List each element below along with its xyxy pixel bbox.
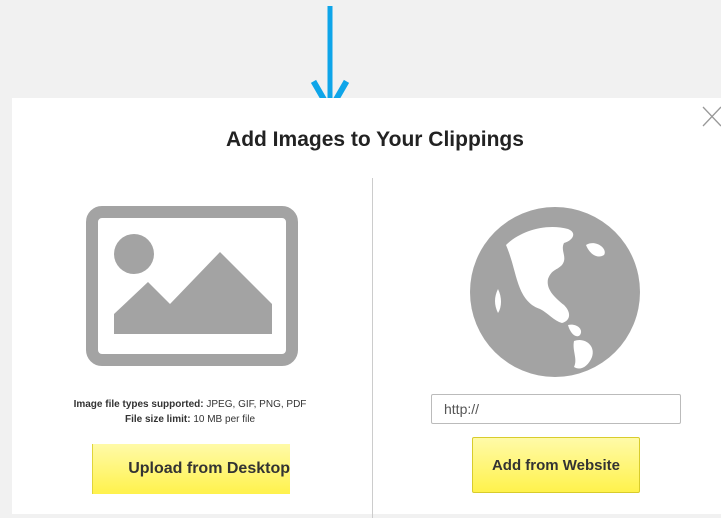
dialog-title: Add Images to Your Clippings (226, 128, 524, 151)
add-from-website-button[interactable]: Add from Website (472, 437, 640, 493)
image-icon (86, 206, 298, 366)
file-types-label: Image file types supported: (73, 399, 204, 410)
file-types-line: Image file types supported: JPEG, GIF, P… (40, 397, 340, 412)
file-requirements: Image file types supported: JPEG, GIF, P… (40, 397, 340, 427)
file-types-value: JPEG, GIF, PNG, PDF (203, 399, 307, 410)
add-images-dialog: Add Images to Your Clippings Image file … (12, 98, 721, 518)
upload-from-desktop-button[interactable]: Upload from Desktop (92, 444, 290, 494)
close-icon[interactable] (699, 104, 721, 128)
file-size-line: File size limit: 10 MB per file (40, 412, 340, 427)
column-divider (372, 178, 373, 518)
globe-icon (470, 207, 640, 377)
file-size-value: 10 MB per file (190, 414, 256, 425)
file-size-label: File size limit: (124, 414, 191, 425)
url-input[interactable] (431, 394, 681, 424)
